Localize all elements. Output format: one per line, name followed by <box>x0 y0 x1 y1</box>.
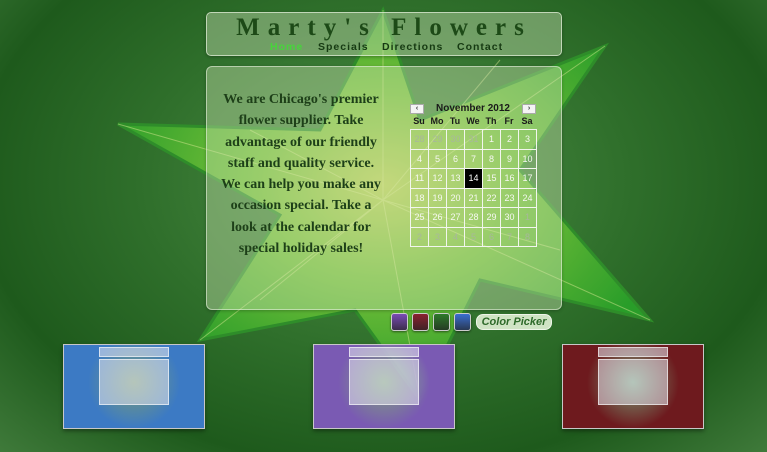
calendar-day[interactable]: 11 <box>411 169 429 189</box>
calendar-days: 28 29 30 31 1 2 3 4 5 6 7 8 9 10 11 12 13 14 15 16 17 18 19 20 2… <box>410 129 537 247</box>
calendar-day[interactable]: 3 <box>519 130 537 150</box>
calendar-weekdays: Su Mo Tu We Th Fr Sa <box>410 116 536 129</box>
calendar-day[interactable]: 2 <box>501 130 519 150</box>
calendar-day-other-month[interactable]: 8 <box>519 227 537 247</box>
calendar-day[interactable]: 24 <box>519 188 537 208</box>
calendar-day[interactable]: 27 <box>447 208 465 228</box>
calendar-day[interactable]: 25 <box>411 208 429 228</box>
preview-panel <box>349 359 419 405</box>
red-swatch-button[interactable] <box>412 313 429 331</box>
site-title: Marty's Flowers <box>236 14 532 41</box>
weekday-label: Su <box>413 116 425 126</box>
calendar-day[interactable]: 5 <box>429 149 447 169</box>
purple-swatch-button[interactable] <box>391 313 408 331</box>
calendar-day[interactable]: 6 <box>447 149 465 169</box>
content-panel: We are Chicago's premier flower supplier… <box>206 66 562 310</box>
calendar-day-other-month[interactable]: 5 <box>465 227 483 247</box>
intro-text: We are Chicago's premier flower supplier… <box>221 92 381 257</box>
calendar-day[interactable]: 17 <box>519 169 537 189</box>
calendar-day[interactable]: 15 <box>483 169 501 189</box>
calendar-day[interactable]: 22 <box>483 188 501 208</box>
calendar-day-other-month[interactable]: 7 <box>501 227 519 247</box>
calendar-day[interactable]: 23 <box>501 188 519 208</box>
calendar-day[interactable]: 28 <box>465 208 483 228</box>
weekday-label: Th <box>485 116 497 126</box>
nav-home[interactable]: Home <box>270 41 303 53</box>
weekday-label: We <box>466 116 480 126</box>
weekday-label: Mo <box>430 116 444 126</box>
calendar-day[interactable]: 14 <box>465 169 483 189</box>
preview-header <box>349 347 419 357</box>
green-swatch-button[interactable] <box>433 313 450 331</box>
weekday-label: Sa <box>521 116 533 126</box>
calendar-day[interactable]: 10 <box>519 149 537 169</box>
preview-panel <box>598 359 668 405</box>
calendar-month-label: November 2012 <box>436 103 510 114</box>
calendar-day-other-month[interactable]: 3 <box>429 227 447 247</box>
preview-panel <box>99 359 169 405</box>
color-picker-label: Color Picker <box>476 314 552 330</box>
calendar-day-other-month[interactable]: 28 <box>411 130 429 150</box>
calendar-day[interactable]: 12 <box>429 169 447 189</box>
nav-contact[interactable]: Contact <box>457 41 503 53</box>
calendar-day[interactable]: 9 <box>501 149 519 169</box>
calendar-day-other-month[interactable]: 2 <box>411 227 429 247</box>
calendar-day-other-month[interactable]: 30 <box>447 130 465 150</box>
theme-preview-purple[interactable] <box>313 344 455 429</box>
calendar-day[interactable]: 1 <box>483 130 501 150</box>
calendar-day[interactable]: 16 <box>501 169 519 189</box>
calendar: ‹ November 2012 › Su Mo Tu We Th Fr Sa 28 29 30 3… <box>410 103 537 247</box>
calendar-day[interactable]: 26 <box>429 208 447 228</box>
calendar-day-other-month[interactable]: 29 <box>429 130 447 150</box>
theme-preview-red[interactable] <box>562 344 704 429</box>
calendar-day-other-month[interactable]: 1 <box>519 208 537 228</box>
calendar-day[interactable]: 4 <box>411 149 429 169</box>
calendar-day[interactable]: 20 <box>447 188 465 208</box>
calendar-next-icon[interactable]: › <box>522 104 536 114</box>
calendar-header: ‹ November 2012 › <box>410 103 536 116</box>
calendar-day[interactable]: 7 <box>465 149 483 169</box>
calendar-prev-icon[interactable]: ‹ <box>410 104 424 114</box>
blue-swatch-button[interactable] <box>454 313 471 331</box>
calendar-day[interactable]: 21 <box>465 188 483 208</box>
calendar-day[interactable]: 8 <box>483 149 501 169</box>
theme-preview-blue[interactable] <box>63 344 205 429</box>
weekday-label: Tu <box>449 116 461 126</box>
nav-directions[interactable]: Directions <box>382 41 443 53</box>
preview-header <box>598 347 668 357</box>
site-header: Marty's Flowers Home Specials Directions… <box>206 12 562 56</box>
calendar-day-other-month[interactable]: 4 <box>447 227 465 247</box>
calendar-day[interactable]: 13 <box>447 169 465 189</box>
calendar-day-other-month[interactable]: 31 <box>465 130 483 150</box>
calendar-day[interactable]: 30 <box>501 208 519 228</box>
calendar-day[interactable]: 18 <box>411 188 429 208</box>
preview-header <box>99 347 169 357</box>
weekday-label: Fr <box>504 116 514 126</box>
calendar-day[interactable]: 29 <box>483 208 501 228</box>
calendar-day[interactable]: 19 <box>429 188 447 208</box>
calendar-day-other-month[interactable]: 6 <box>483 227 501 247</box>
nav-specials[interactable]: Specials <box>318 41 369 53</box>
